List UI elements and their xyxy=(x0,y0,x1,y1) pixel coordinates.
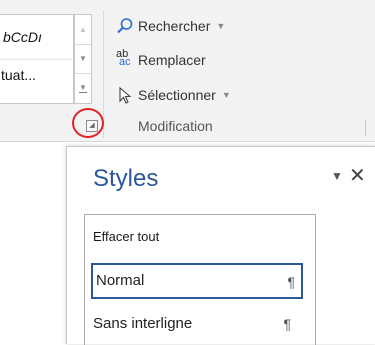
highlight-circle xyxy=(72,108,104,138)
style-item-label: Normal xyxy=(96,272,145,289)
paragraph-mark-icon: ¶ xyxy=(283,316,291,332)
style-item-label: Effacer tout xyxy=(93,229,160,244)
select-cursor-icon xyxy=(116,86,134,104)
close-icon[interactable]: ✕ xyxy=(349,163,366,188)
style-item-clear-all[interactable]: Effacer tout xyxy=(93,229,305,244)
replace-icon: ab ac xyxy=(116,49,134,69)
group-divider xyxy=(365,120,366,136)
more-bar-icon xyxy=(79,92,87,93)
ribbon: bCcDı tuat... ▲ ▼ ▼ Rechercher ▼ ab ac R… xyxy=(0,0,375,142)
gallery-more-button[interactable]: ▼ xyxy=(75,73,91,102)
gallery-scrollbar[interactable]: ▲ ▼ ▼ xyxy=(74,14,92,104)
pane-menu-icon[interactable]: ▼ xyxy=(331,169,343,183)
style-item-label: Sans interligne xyxy=(93,315,193,332)
gallery-style-preview[interactable]: bCcDı xyxy=(0,15,73,60)
styles-pane: Styles ▼ ✕ Effacer tout Normal ¶ Sans in… xyxy=(66,146,375,345)
style-item-normal[interactable]: Normal ¶ xyxy=(91,263,303,299)
paragraph-mark-icon: ¶ xyxy=(287,274,295,290)
chevron-down-icon[interactable]: ▼ xyxy=(216,16,225,36)
replace-button[interactable]: ab ac Remplacer xyxy=(116,49,206,70)
style-item-no-spacing[interactable]: Sans interligne ¶ xyxy=(93,315,305,332)
pane-title: Styles xyxy=(93,165,159,192)
gallery-scroll-down-button[interactable]: ▼ xyxy=(75,44,91,74)
select-label: Sélectionner xyxy=(138,87,216,103)
find-button[interactable]: Rechercher ▼ xyxy=(116,16,225,36)
search-icon xyxy=(116,17,134,35)
replace-icon-text: ac xyxy=(119,56,131,68)
find-label: Rechercher xyxy=(138,18,211,34)
gallery-scroll-up-button[interactable]: ▲ xyxy=(75,15,91,45)
group-label: Modification xyxy=(138,118,213,134)
style-gallery[interactable]: bCcDı tuat... xyxy=(0,14,74,104)
replace-label: Remplacer xyxy=(138,52,206,68)
style-list: Effacer tout Normal ¶ Sans interligne ¶ xyxy=(84,214,316,345)
chevron-down-icon[interactable]: ▼ xyxy=(222,85,231,105)
gallery-style-preview[interactable]: tuat... xyxy=(0,60,73,104)
select-button[interactable]: Sélectionner ▼ xyxy=(116,85,231,105)
